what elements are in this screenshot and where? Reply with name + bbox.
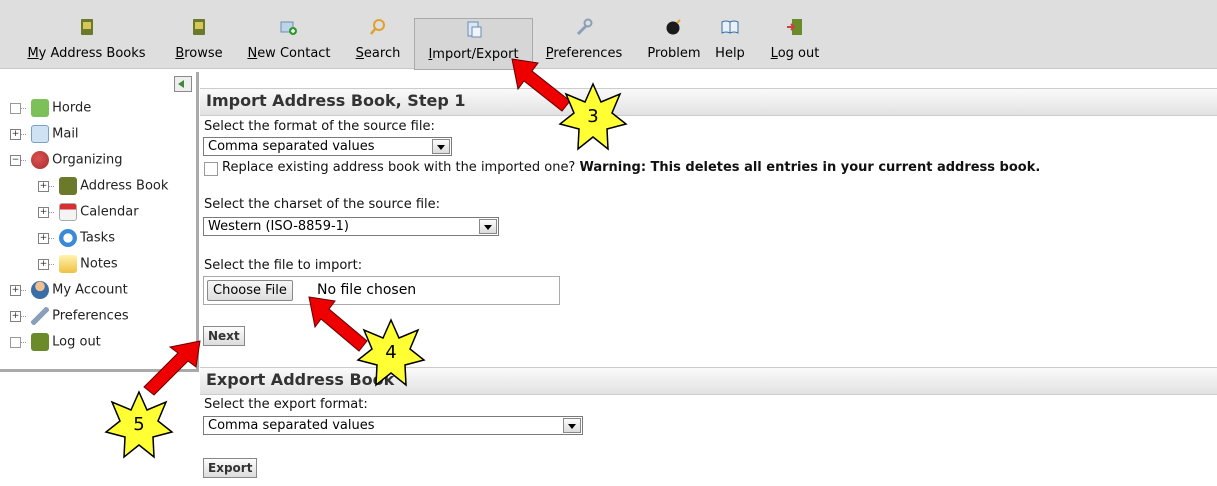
sidebar-item-preferences[interactable]: + Preferences [10,307,129,329]
logout-icon [787,19,802,35]
address-book-icon [59,177,78,195]
expand-icon[interactable]: + [38,258,49,270]
import-section-header: Import Address Book, Step 1 [200,88,1217,116]
replace-label: Replace existing address book with the i… [222,160,1041,175]
charset-label: Select the charset of the source file: [204,197,441,212]
expand-icon[interactable]: + [38,180,49,192]
account-icon [31,281,50,299]
calendar-icon [59,203,78,221]
preferences-icon [31,307,50,325]
sidebar-item-calendar[interactable]: + Calendar [38,203,139,225]
export-section-header: Export Address Book [200,367,1217,395]
sidebar-item-log-out[interactable]: Log out [10,333,101,355]
horde-icon [31,99,50,117]
organizing-icon [31,151,50,169]
expand-icon[interactable]: + [38,206,49,218]
choose-file-button[interactable]: Choose File [207,280,293,301]
chevron-down-icon [432,139,450,154]
new-contact-icon [280,21,297,35]
tasks-icon [59,229,78,247]
sidebar-item-organizing[interactable]: − Organizing [10,151,123,173]
replace-checkbox[interactable] [204,162,218,176]
sidebar-item-my-account[interactable]: + My Account [10,281,128,303]
toolbar-new-contact[interactable]: New Contact [240,6,338,62]
export-format-select[interactable]: Comma separated values [203,416,583,435]
toolbar-browse[interactable]: Browse [170,6,228,62]
sidebar-item-notes[interactable]: + Notes [38,255,118,277]
import-title: Import Address Book, Step 1 [206,91,466,110]
file-input[interactable]: Choose File No file chosen [203,276,560,305]
chevron-down-icon [563,418,581,433]
charset-select[interactable]: Western (ISO-8859-1) [203,217,499,236]
toolbar-problem[interactable]: Problem [642,6,706,62]
expand-icon[interactable]: + [10,284,21,296]
export-button[interactable]: Export [203,458,258,478]
file-label: Select the file to import: [204,258,363,273]
help-icon [721,20,739,34]
next-button[interactable]: Next [203,326,245,346]
toolbar-logout[interactable]: Log out [762,6,828,62]
problem-icon [666,19,681,35]
format-label: Select the format of the source file: [204,119,435,134]
expand-icon[interactable]: + [10,310,21,322]
notes-icon [59,255,78,273]
browse-icon [193,19,205,35]
address-book-icon [80,19,93,35]
toolbar-search[interactable]: Search [349,6,407,62]
toolbar-help[interactable]: Help [710,6,750,62]
import-format-select[interactable]: Comma separated values [203,137,452,156]
sidebar: Horde + Mail − Organizing + Address Book… [0,72,199,372]
export-format-label: Select the export format: [204,397,368,412]
search-icon [370,19,385,35]
sidebar-item-tasks[interactable]: + Tasks [38,229,115,251]
mail-icon [31,125,50,143]
toolbar-my-address-books[interactable]: My Address Books [18,6,155,62]
preferences-icon [576,18,593,36]
sidebar-item-address-book[interactable]: + Address Book [38,177,168,199]
sidebar-item-horde[interactable]: Horde [10,99,91,121]
import-export-icon [467,21,481,38]
toolbar-preferences[interactable]: Preferences [538,6,630,62]
annotation-callout-4: 4 [356,318,426,388]
expand-icon[interactable]: + [10,128,21,140]
annotation-callout-5: 5 [104,390,174,460]
annotation-callout-3: 3 [558,82,628,152]
logout-icon [31,333,50,351]
main-toolbar: My Address Books Browse New Contact Sear… [0,0,1217,70]
collapse-icon[interactable]: − [10,154,21,166]
collapse-sidebar-button[interactable] [174,76,192,92]
expand-icon[interactable]: + [38,232,49,244]
sidebar-item-mail[interactable]: + Mail [10,125,79,147]
chevron-down-icon [479,219,497,234]
